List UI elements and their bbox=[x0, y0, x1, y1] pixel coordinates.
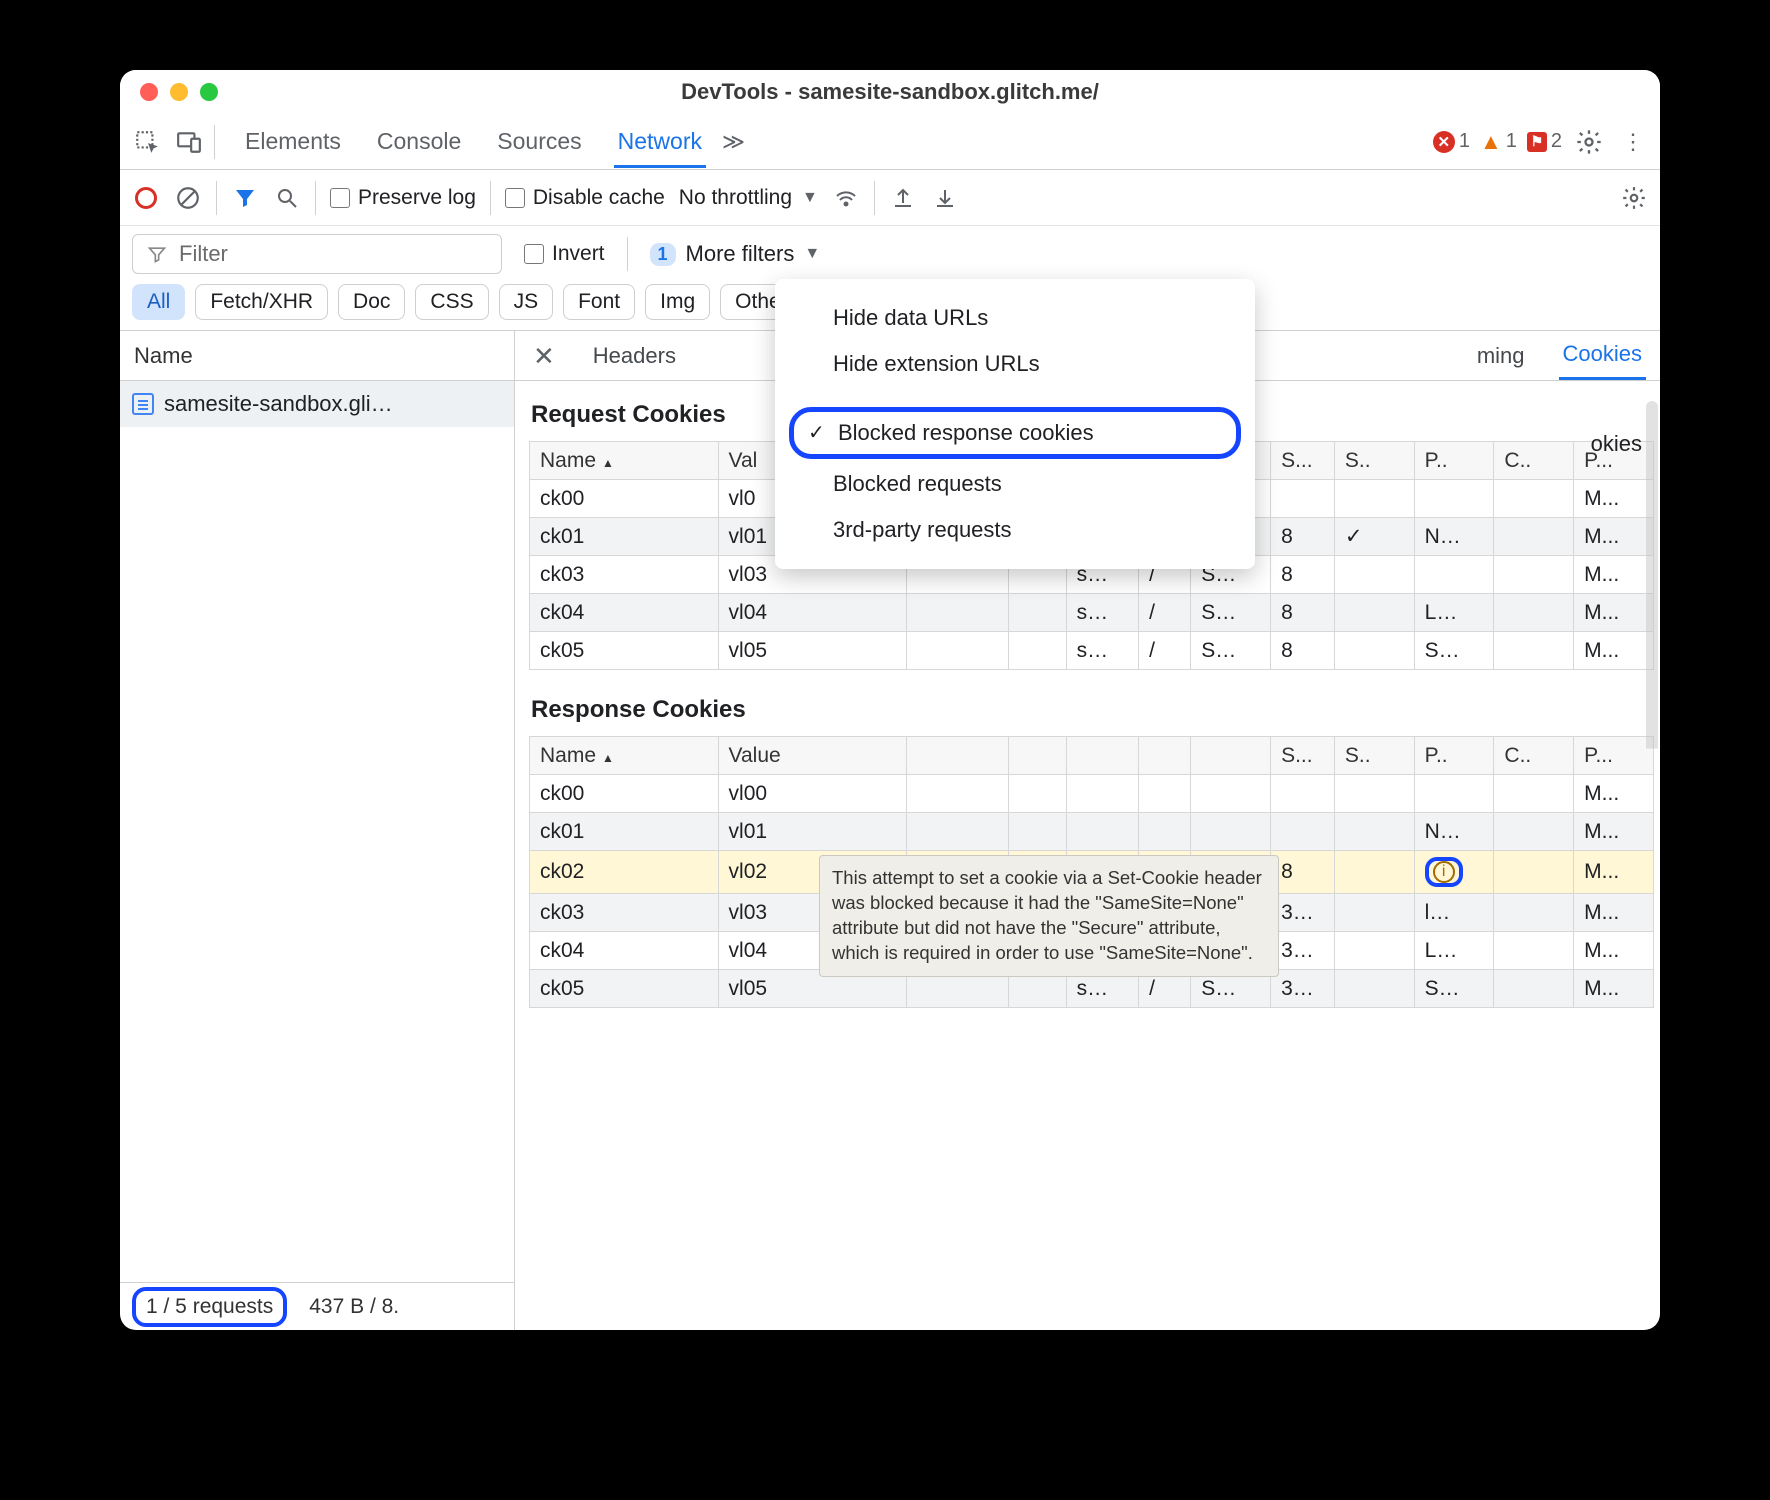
cookie-blocked-tooltip: This attempt to set a cookie via a Set-C… bbox=[819, 855, 1279, 977]
col-header[interactable] bbox=[1008, 737, 1066, 775]
type-chip-fetch-xhr[interactable]: Fetch/XHR bbox=[195, 284, 328, 320]
more-tabs-icon[interactable]: ≫ bbox=[722, 129, 745, 155]
transfer-summary: 437 B / 8. bbox=[309, 1295, 399, 1319]
request-detail-pane: ✕ Headers ming Cookies Request Cookies N… bbox=[515, 331, 1660, 1330]
disable-cache-checkbox[interactable]: Disable cache bbox=[505, 186, 665, 210]
request-row[interactable]: samesite-sandbox.gli… bbox=[120, 381, 514, 427]
request-name: samesite-sandbox.gli… bbox=[164, 391, 393, 417]
filters-count-badge: 1 bbox=[650, 243, 676, 266]
zoom-window-icon[interactable] bbox=[200, 83, 218, 101]
type-chip-doc[interactable]: Doc bbox=[338, 284, 405, 320]
import-har-icon[interactable] bbox=[931, 184, 959, 212]
type-chip-js[interactable]: JS bbox=[499, 284, 554, 320]
requests-summary: 1 / 5 requests bbox=[132, 1287, 287, 1327]
more-filters-dropdown[interactable]: 1 More filters ▼ bbox=[650, 241, 821, 267]
col-header[interactable]: P.. bbox=[1414, 442, 1494, 480]
col-header[interactable] bbox=[1066, 737, 1139, 775]
tab-headers[interactable]: Headers bbox=[589, 333, 680, 379]
col-header[interactable]: C.. bbox=[1494, 442, 1574, 480]
inspect-icon[interactable] bbox=[130, 125, 164, 159]
network-toolbar: Preserve log Disable cache No throttling… bbox=[120, 170, 1660, 226]
document-icon bbox=[132, 393, 154, 415]
window-controls bbox=[120, 83, 218, 101]
filter-option-hide-data-urls[interactable]: Hide data URLs bbox=[775, 295, 1255, 341]
clear-icon[interactable] bbox=[174, 184, 202, 212]
filter-option-blocked-requests[interactable]: Blocked requests bbox=[775, 461, 1255, 507]
col-header[interactable]: S.. bbox=[1334, 737, 1414, 775]
scrollbar[interactable] bbox=[1646, 401, 1658, 1270]
record-icon[interactable] bbox=[132, 184, 160, 212]
filter-row: Filter Invert 1 More filters ▼ bbox=[120, 226, 1660, 280]
panel-tabs-row: Elements Console Sources Network ≫ ✕1 ▲1… bbox=[120, 114, 1660, 170]
close-detail-icon[interactable]: ✕ bbox=[529, 333, 559, 379]
filter-input[interactable]: Filter bbox=[132, 234, 502, 274]
more-filters-menu: Hide data URLsHide extension URLs Blocked… bbox=[775, 279, 1255, 569]
filter-toggle-icon[interactable] bbox=[231, 184, 259, 212]
col-header[interactable] bbox=[1191, 737, 1271, 775]
table-row[interactable]: ck04vl04s…/S…8L…M... bbox=[530, 594, 1654, 632]
col-header[interactable]: Name▲ bbox=[530, 442, 719, 480]
devtools-window: DevTools - samesite-sandbox.glitch.me/ E… bbox=[120, 70, 1660, 1330]
network-settings-gear-icon[interactable] bbox=[1620, 184, 1648, 212]
search-icon[interactable] bbox=[273, 184, 301, 212]
settings-gear-icon[interactable] bbox=[1572, 125, 1606, 159]
throttling-select[interactable]: No throttling▼ bbox=[679, 186, 818, 210]
titlebar: DevTools - samesite-sandbox.glitch.me/ bbox=[120, 70, 1660, 114]
close-window-icon[interactable] bbox=[140, 83, 158, 101]
divider bbox=[214, 125, 215, 159]
col-header[interactable]: Value bbox=[718, 737, 907, 775]
tab-console[interactable]: Console bbox=[373, 116, 465, 168]
type-chip-css[interactable]: CSS bbox=[415, 284, 488, 320]
error-count[interactable]: ✕1 bbox=[1433, 130, 1470, 153]
requests-list-pane: Name samesite-sandbox.gli… 1 / 5 request… bbox=[120, 331, 515, 1330]
tab-cookies[interactable]: Cookies bbox=[1559, 331, 1646, 380]
export-har-icon[interactable] bbox=[889, 184, 917, 212]
filter-placeholder: Filter bbox=[179, 241, 228, 267]
minimize-window-icon[interactable] bbox=[170, 83, 188, 101]
tab-elements[interactable]: Elements bbox=[241, 116, 345, 168]
kebab-menu-icon[interactable]: ⋮ bbox=[1616, 125, 1650, 159]
network-conditions-icon[interactable] bbox=[832, 184, 860, 212]
table-row[interactable]: ck00vl00M... bbox=[530, 775, 1654, 813]
tab-sources[interactable]: Sources bbox=[493, 116, 585, 168]
filter-option-hide-extension-urls[interactable]: Hide extension URLs bbox=[775, 341, 1255, 387]
invert-checkbox[interactable]: Invert bbox=[524, 242, 605, 266]
table-row[interactable]: ck05vl05s…/S…8S…M... bbox=[530, 632, 1654, 670]
info-icon[interactable]: i bbox=[1433, 861, 1455, 883]
window-title: DevTools - samesite-sandbox.glitch.me/ bbox=[120, 79, 1660, 105]
type-chip-img[interactable]: Img bbox=[645, 284, 710, 320]
col-header[interactable]: P... bbox=[1574, 737, 1654, 775]
table-row[interactable]: ck01vl01N…M... bbox=[530, 813, 1654, 851]
type-chip-font[interactable]: Font bbox=[563, 284, 635, 320]
partial-label: okies bbox=[1591, 431, 1642, 457]
filter-option-blocked-response-cookies[interactable]: Blocked response cookies bbox=[789, 407, 1241, 459]
filter-option--rd-party-requests[interactable]: 3rd-party requests bbox=[775, 507, 1255, 553]
issues-count[interactable]: ⚑2 bbox=[1527, 130, 1562, 153]
col-header[interactable]: S.. bbox=[1334, 442, 1414, 480]
col-header[interactable]: P.. bbox=[1414, 737, 1494, 775]
name-column-header[interactable]: Name bbox=[120, 331, 514, 381]
device-toolbar-icon[interactable] bbox=[172, 125, 206, 159]
col-header[interactable]: S... bbox=[1271, 737, 1335, 775]
status-bar: 1 / 5 requests 437 B / 8. bbox=[120, 1282, 514, 1330]
col-header[interactable]: S... bbox=[1271, 442, 1335, 480]
col-header[interactable] bbox=[1139, 737, 1191, 775]
preserve-log-checkbox[interactable]: Preserve log bbox=[330, 186, 476, 210]
warning-count[interactable]: ▲1 bbox=[1480, 129, 1517, 155]
panel-tabs: Elements Console Sources Network bbox=[241, 116, 706, 168]
response-cookies-heading: Response Cookies bbox=[515, 676, 1660, 736]
col-header[interactable]: C.. bbox=[1494, 737, 1574, 775]
type-chip-all[interactable]: All bbox=[132, 284, 185, 320]
col-header[interactable]: Name▲ bbox=[530, 737, 719, 775]
tab-network[interactable]: Network bbox=[614, 116, 706, 168]
col-header[interactable] bbox=[907, 737, 1009, 775]
cookie-info-highlight: i bbox=[1425, 857, 1463, 887]
tab-timing[interactable]: ming bbox=[1473, 333, 1529, 379]
